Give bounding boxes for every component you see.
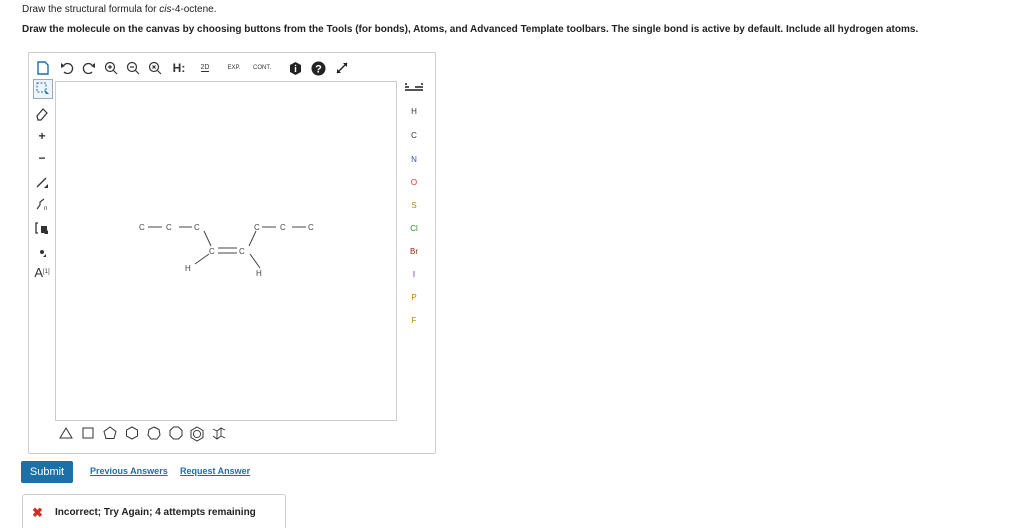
x-icon: ✖ <box>32 505 43 520</box>
atom-p-button[interactable]: P <box>399 293 429 302</box>
molecule-drawing: C C C C C C C C H H <box>139 223 314 278</box>
atom-o-button[interactable]: O <box>399 178 429 187</box>
cyclopentane-icon[interactable] <box>103 426 117 440</box>
top-toolbar: H: 2D EXP. CONT. ? <box>29 53 435 83</box>
zoom-in-icon[interactable] <box>103 59 119 77</box>
molecule-atom: C <box>239 247 245 256</box>
cycloheptane-icon[interactable] <box>147 426 161 440</box>
atom-s-button[interactable]: S <box>399 201 429 210</box>
atom-c-button[interactable]: C <box>399 131 429 140</box>
previous-answers-link[interactable]: Previous Answers <box>90 466 168 476</box>
radical-dot-icon[interactable] <box>33 243 51 261</box>
hydrogen-toggle-button[interactable]: H: <box>169 59 189 77</box>
svg-text:?: ? <box>315 63 322 75</box>
select-tool-icon[interactable] <box>33 79 53 99</box>
molecule-atom: C <box>280 223 286 232</box>
atom-label-text: A <box>34 264 43 280</box>
question-prompt: Draw the structural formula for cis-4-oc… <box>22 4 217 15</box>
increase-charge-button[interactable]: + <box>33 127 51 145</box>
eraser-icon[interactable] <box>33 105 51 123</box>
drawing-canvas[interactable]: C C C C C C C C H H <box>55 81 397 421</box>
molecule-atom: C <box>139 223 145 232</box>
molecule-atom: C <box>308 223 314 232</box>
chair-template-icon[interactable] <box>211 426 227 442</box>
molecule-atom: C <box>209 247 215 256</box>
cyclobutane-icon[interactable] <box>81 426 95 440</box>
clean-2d-button[interactable]: 2D <box>195 59 215 77</box>
single-bond-icon[interactable] <box>33 173 51 191</box>
new-document-icon[interactable] <box>35 59 51 77</box>
submit-button[interactable]: Submit <box>21 461 73 483</box>
feedback-message: Incorrect; Try Again; 4 attempts remaini… <box>55 507 256 518</box>
chain-tool-icon[interactable]: n <box>33 195 51 213</box>
atom-label-superscript: [1] <box>43 269 50 275</box>
decrease-charge-button[interactable]: − <box>33 149 51 167</box>
zoom-reset-icon[interactable] <box>147 59 163 77</box>
cyclohexane-icon[interactable] <box>125 426 139 440</box>
periodic-table-icon[interactable] <box>399 83 429 95</box>
atom-f-button[interactable]: F <box>399 316 429 325</box>
atom-label-button[interactable]: A [1] <box>33 263 51 281</box>
info-icon[interactable] <box>287 59 303 77</box>
atom-i-button[interactable]: I <box>399 270 429 279</box>
help-icon[interactable]: ? <box>309 59 327 77</box>
molecule-atom: C <box>166 223 172 232</box>
molecule-atom: C <box>254 223 260 232</box>
template-toolbar <box>55 423 395 445</box>
atom-h-button[interactable]: H <box>399 107 429 116</box>
template-tool-icon[interactable] <box>33 219 51 237</box>
svg-text:n: n <box>44 206 47 211</box>
feedback-box: ✖ Incorrect; Try Again; 4 attempts remai… <box>22 494 286 528</box>
benzene-icon[interactable] <box>189 426 205 442</box>
atom-cl-button[interactable]: Cl <box>399 224 429 233</box>
cyclooctane-icon[interactable] <box>169 426 183 440</box>
molecule-atom: H <box>256 269 262 278</box>
redo-icon[interactable] <box>81 59 97 77</box>
request-answer-link[interactable]: Request Answer <box>180 466 250 476</box>
undo-icon[interactable] <box>59 59 75 77</box>
molecule-atom: H <box>185 264 191 273</box>
molecule-atom: C <box>194 223 200 232</box>
atom-n-button[interactable]: N <box>399 155 429 164</box>
expand-button[interactable]: EXP. <box>223 59 245 77</box>
fullscreen-icon[interactable] <box>333 59 351 77</box>
clean-2d-label: 2D <box>200 64 210 72</box>
cyclopropane-icon[interactable] <box>59 426 73 440</box>
zoom-out-icon[interactable] <box>125 59 141 77</box>
atom-br-button[interactable]: Br <box>399 247 429 256</box>
molecule-editor: H: 2D EXP. CONT. ? + − n A [1] C C C C C… <box>28 52 436 454</box>
contract-button[interactable]: CONT. <box>249 59 275 77</box>
question-instructions: Draw the molecule on the canvas by choos… <box>22 24 919 35</box>
